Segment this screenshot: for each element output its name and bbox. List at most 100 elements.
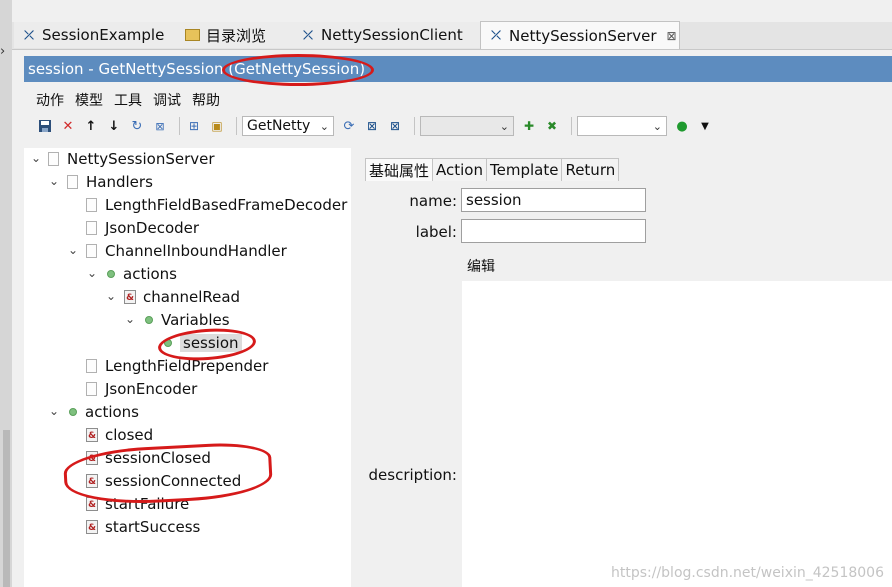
tree-node-label: startFailure [105,495,190,513]
tree-node-label: actions [85,403,139,421]
tree-node-label: session [180,334,242,352]
menu-model[interactable]: 模型 [75,90,103,112]
chevron-down-icon[interactable]: ⌄ [48,174,60,188]
tab-session-example[interactable]: ⤫ SessionExample [14,22,185,48]
tree-node-start-failure[interactable]: & startFailure [86,493,189,515]
netty-x-icon: ⤫ [491,28,501,42]
move-up-icon[interactable]: ↑ [82,117,100,135]
menu-action[interactable]: 动作 [36,90,64,112]
netty-x-icon[interactable]: ⊠ [363,117,381,135]
tree-node-actions-root[interactable]: actions [66,401,139,423]
chevron-down-icon[interactable]: ⌄ [124,312,136,326]
properties-panel: 基础属性 Action Template Return name: sessio… [351,148,892,587]
tree-node-label: sessionConnected [105,472,242,490]
netty-x-icon: ⤫ [24,27,34,42]
tree-node-variables[interactable]: Variables [142,309,230,331]
remove-node-icon[interactable]: ✖ [543,117,561,135]
description-field[interactable] [462,281,892,587]
tree-node-actions[interactable]: actions [104,263,177,285]
dot-icon [164,339,172,347]
dot-icon [69,408,77,416]
watermark-text: https://blog.csdn.net/weixin_42518006 [610,565,884,581]
add-node-icon[interactable]: ✚ [520,117,538,135]
tree-node-label: ChannelInboundHandler [105,242,287,260]
refresh-icon[interactable]: ↻ [128,117,146,135]
tree-node-json-decoder[interactable]: JsonDecoder [86,217,199,239]
tree-node-closed[interactable]: & closed [86,424,153,446]
dot-icon [145,316,153,324]
editor-tab-bar: ⤫ SessionExample 目录浏览 ⤫ NettySessionClie… [12,21,892,50]
toolbar-separator [571,117,572,135]
chevron-down-icon[interactable]: ⌄ [67,243,79,257]
grid-icon[interactable]: ⊞ [185,117,203,135]
edit-link[interactable]: 编辑 [467,256,495,276]
tree-node-label: sessionClosed [105,449,211,467]
tree-node-json-encoder[interactable]: JsonEncoder [86,378,197,400]
description-label: description: [368,466,457,484]
properties-tabs: 基础属性 Action Template Return [365,158,620,181]
tree-node-label: Variables [161,311,230,329]
action-file-icon: & [86,497,98,511]
delete-icon[interactable]: ✕ [59,117,77,135]
export-icon[interactable]: ⊠ [151,117,169,135]
tree-node-label: NettySessionServer [67,150,215,168]
link-icon[interactable]: ⟳ [340,117,358,135]
lock-icon[interactable]: ▣ [208,117,226,135]
run-icon[interactable]: ● [673,117,691,135]
action-file-icon: & [86,428,98,442]
run-dropdown-icon[interactable]: ▼ [696,117,714,135]
chevron-down-icon: ⌄ [499,119,509,133]
chevron-right-icon[interactable]: › [0,44,5,59]
menu-debug[interactable]: 调试 [153,90,181,112]
tree-node-session-closed[interactable]: & sessionClosed [86,447,211,469]
left-collapsed-strip: › [0,0,12,587]
menu-tools[interactable]: 工具 [114,90,142,112]
tree-node-handlers[interactable]: Handlers [67,171,153,193]
action-file-icon: & [86,451,98,465]
editor-title: session - GetNettySession (GetNettySessi… [28,60,366,78]
netty-x-icon: ⤫ [303,27,313,42]
tab-basic-properties[interactable]: 基础属性 [365,158,434,181]
chevron-down-icon[interactable]: ⌄ [30,151,42,165]
chevron-down-icon[interactable]: ⌄ [48,404,60,418]
toolbar-separator [414,117,415,135]
toolbar: ✕ ↑ ↓ ↻ ⊠ ⊞ ▣ GetNetty ⌄ ⟳ ⊠ ⊠ ⌄ ✚ ✖ ⌄ ●… [36,114,719,138]
action-file-icon: & [86,474,98,488]
disabled-select: ⌄ [420,116,514,136]
chevron-down-icon: ⌄ [652,119,662,133]
tab-directory-browse[interactable]: 目录浏览 [177,22,300,48]
tab-label: NettySessionServer [509,26,657,45]
tree-node-session[interactable]: session [161,332,242,354]
tree-node-frame-decoder[interactable]: LengthFieldBasedFrameDecoder [86,194,347,216]
move-down-icon[interactable]: ↓ [105,117,123,135]
file-icon [86,221,97,235]
save-icon[interactable] [36,117,54,135]
menu-help[interactable]: 帮助 [192,90,220,112]
file-icon [86,244,97,258]
tab-return[interactable]: Return [561,158,620,181]
netty-select[interactable]: GetNetty ⌄ [242,116,334,136]
label-field[interactable] [461,219,646,243]
chevron-down-icon[interactable]: ⌄ [105,289,117,303]
tree-node-session-connected[interactable]: & sessionConnected [86,470,241,492]
tree-node-inbound-handler[interactable]: ChannelInboundHandler [86,240,287,262]
close-tab-icon[interactable]: ⊠ [667,29,677,43]
tab-netty-session-client[interactable]: ⤫ NettySessionClient [293,22,488,48]
netty-x-alt-icon[interactable]: ⊠ [386,117,404,135]
netty-select-value: GetNetty [247,118,311,134]
tree-node-channel-read[interactable]: & channelRead [124,286,240,308]
tree-node-prepender[interactable]: LengthFieldPrepender [86,355,268,377]
tab-action[interactable]: Action [432,158,487,181]
action-file-icon: & [86,520,98,534]
tree-node-root[interactable]: NettySessionServer [48,148,215,170]
tree-node-label: channelRead [143,288,241,306]
label-label: label: [415,223,457,241]
scrollbar-thumb[interactable] [3,430,10,587]
tab-template[interactable]: Template [486,158,563,181]
tab-netty-session-server[interactable]: ⤫ NettySessionServer ⊠ [480,21,680,49]
run-config-select[interactable]: ⌄ [577,116,667,136]
tree-node-start-success[interactable]: & startSuccess [86,516,200,538]
tree-node-label: JsonDecoder [105,219,200,237]
chevron-down-icon[interactable]: ⌄ [86,266,98,280]
name-field[interactable]: session [461,188,646,212]
